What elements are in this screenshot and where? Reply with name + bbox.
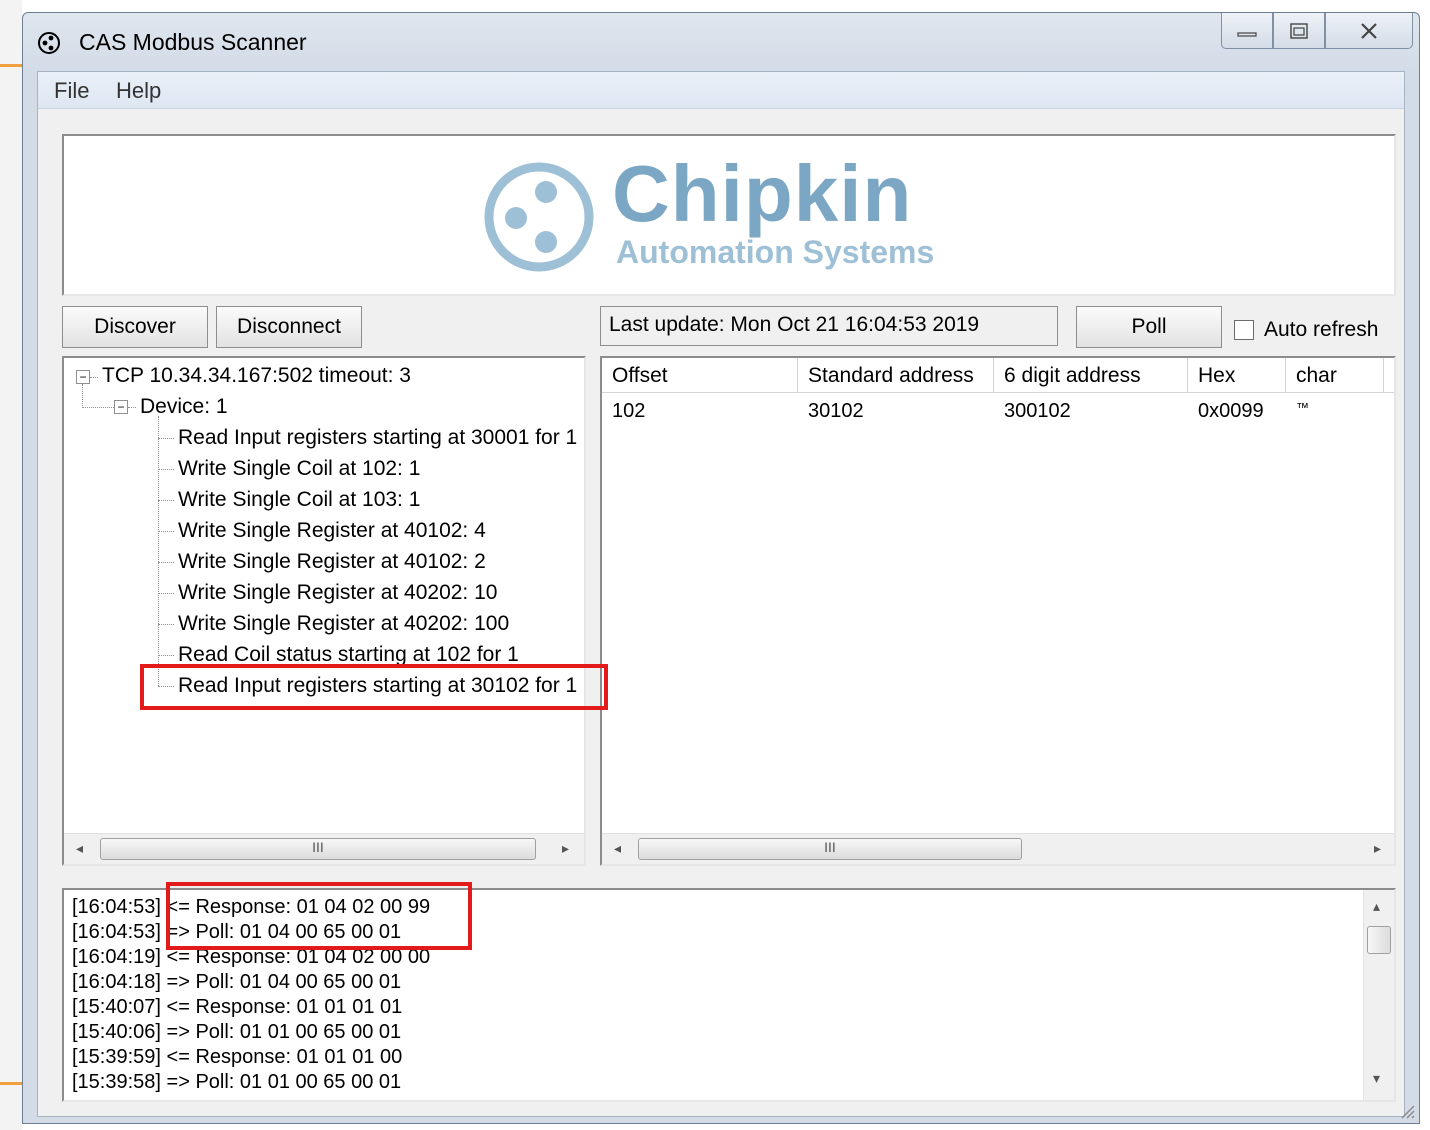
menu-file[interactable]: File xyxy=(54,78,89,104)
scroll-thumb[interactable]: III xyxy=(638,838,1022,860)
log-line: [15:39:59] <= Response: 01 01 01 00 xyxy=(72,1046,403,1068)
scroll-thumb[interactable]: III xyxy=(100,838,536,860)
register-grid[interactable]: Offset Standard address 6 digit address … xyxy=(600,356,1396,866)
close-icon xyxy=(1361,22,1377,39)
auto-refresh-checkbox[interactable] xyxy=(1234,320,1254,340)
chipkin-app-icon xyxy=(38,32,60,54)
column-header-hex[interactable]: Hex xyxy=(1188,358,1286,392)
last-update-field: Last update: Mon Oct 21 16:04:53 2019 xyxy=(600,306,1058,346)
tree-device[interactable]: Device: 1 xyxy=(140,395,228,419)
tree-item[interactable]: Write Single Register at 40202: 100 xyxy=(178,612,509,636)
background-mark xyxy=(0,1082,22,1085)
cell-standard-address: 30102 xyxy=(808,400,864,422)
background-mark xyxy=(0,64,22,67)
tree-connector xyxy=(158,469,174,470)
resize-grip-icon[interactable] xyxy=(1397,1101,1415,1119)
logo-banner: Chipkin Automation Systems xyxy=(62,134,1396,296)
grid-header: Offset Standard address 6 digit address … xyxy=(602,358,1394,393)
menu-help[interactable]: Help xyxy=(116,78,161,104)
tree-connector xyxy=(158,655,174,656)
background-desktop xyxy=(0,0,22,1130)
tree-connector xyxy=(82,384,83,408)
disconnect-button[interactable]: Disconnect xyxy=(216,306,362,348)
scroll-thumb[interactable] xyxy=(1367,926,1391,954)
scroll-right-icon[interactable]: ▸ xyxy=(1374,840,1381,857)
tree-item[interactable]: Write Single Register at 40102: 4 xyxy=(178,519,486,543)
tree-item[interactable]: Write Single Coil at 103: 1 xyxy=(178,488,420,512)
column-header-offset[interactable]: Offset xyxy=(602,358,798,392)
tree-horizontal-scrollbar[interactable]: ◂ III ▸ xyxy=(64,833,584,864)
tree-connector xyxy=(128,407,136,408)
tree-item[interactable]: Write Single Register at 40202: 10 xyxy=(178,581,497,605)
tree-connector xyxy=(90,377,98,378)
tree-item[interactable]: Read Coil status starting at 102 for 1 xyxy=(178,643,519,667)
log-line: [16:04:53] <= Response: 01 04 02 00 99 xyxy=(72,896,431,918)
cell-6-digit-address: 300102 xyxy=(1004,400,1071,422)
auto-refresh-option[interactable]: Auto refresh xyxy=(1234,318,1378,342)
restore-icon xyxy=(1290,22,1308,39)
scroll-up-icon[interactable]: ▴ xyxy=(1373,898,1380,915)
tree-item[interactable]: Write Single Register at 40102: 2 xyxy=(178,550,486,574)
tree-item[interactable]: Read Input registers starting at 30001 f… xyxy=(178,426,577,450)
log-line: [16:04:18] => Poll: 01 04 00 65 00 01 xyxy=(72,971,402,993)
scroll-left-icon[interactable]: ◂ xyxy=(614,840,621,857)
window-title: CAS Modbus Scanner xyxy=(79,29,307,55)
minimize-icon xyxy=(1237,31,1257,37)
logo-name: Chipkin xyxy=(612,149,913,238)
client-area: File Help Chipkin Automation Systems Dis… xyxy=(37,71,1405,1117)
tree-connector xyxy=(158,531,174,532)
scroll-left-icon[interactable]: ◂ xyxy=(76,840,83,857)
close-button[interactable] xyxy=(1325,13,1413,49)
tree-connector xyxy=(82,407,114,408)
column-header-6-digit-address[interactable]: 6 digit address xyxy=(994,358,1188,392)
message-log[interactable]: [16:04:53] <= Response: 01 04 02 00 99 [… xyxy=(62,888,1396,1102)
log-line: [16:04:19] <= Response: 01 04 02 00 00 xyxy=(72,946,431,968)
menu-bar: File Help xyxy=(38,72,1404,109)
maximize-button[interactable] xyxy=(1273,13,1325,49)
poll-button[interactable]: Poll xyxy=(1076,306,1222,348)
title-bar[interactable]: CAS Modbus Scanner xyxy=(23,13,1419,71)
scroll-right-icon[interactable]: ▸ xyxy=(562,840,569,857)
window-controls xyxy=(1221,13,1413,51)
auto-refresh-label: Auto refresh xyxy=(1264,318,1379,341)
tree-item[interactable]: Write Single Coil at 102: 1 xyxy=(178,457,420,481)
log-line: [15:39:58] => Poll: 01 01 00 65 00 01 xyxy=(72,1071,402,1093)
log-line: [15:40:06] => Poll: 01 01 00 65 00 01 xyxy=(72,1021,402,1043)
column-header-standard-address[interactable]: Standard address xyxy=(798,358,994,392)
minimize-button[interactable] xyxy=(1221,13,1273,49)
discover-button[interactable]: Discover xyxy=(62,306,208,348)
tree-root-connection[interactable]: TCP 10.34.34.167:502 timeout: 3 xyxy=(102,364,411,388)
tree-connector xyxy=(158,438,174,439)
log-vertical-scrollbar[interactable]: ▴ ▾ xyxy=(1363,890,1394,1100)
log-line: [16:04:53] => Poll: 01 04 00 65 00 01 xyxy=(72,921,402,943)
column-header-char[interactable]: char xyxy=(1286,358,1384,392)
collapse-icon[interactable]: − xyxy=(114,400,128,414)
request-tree[interactable]: − TCP 10.34.34.167:502 timeout: 3 − Devi… xyxy=(62,356,586,866)
chipkin-logo-icon xyxy=(484,162,594,272)
tree-connector xyxy=(158,416,159,686)
tree-connector xyxy=(158,593,174,594)
tree-connector xyxy=(158,624,174,625)
cell-char: ™ xyxy=(1296,400,1309,415)
cell-offset: 102 xyxy=(612,400,646,422)
tree-connector xyxy=(158,500,174,501)
app-window: CAS Modbus Scanner File Help Chipkin Aut… xyxy=(22,12,1420,1124)
collapse-icon[interactable]: − xyxy=(76,370,90,384)
tree-connector xyxy=(158,686,174,687)
logo-subtitle: Automation Systems xyxy=(616,234,935,270)
cell-hex: 0x0099 xyxy=(1198,400,1264,422)
tree-connector xyxy=(158,562,174,563)
tree-item-selected[interactable]: Read Input registers starting at 30102 f… xyxy=(178,674,577,698)
log-line: [15:40:07] <= Response: 01 01 01 01 xyxy=(72,996,403,1018)
table-row[interactable]: 102 30102 300102 0x0099 ™ xyxy=(602,396,1384,423)
scroll-down-icon[interactable]: ▾ xyxy=(1373,1070,1380,1087)
grid-horizontal-scrollbar[interactable]: ◂ III ▸ xyxy=(602,833,1394,864)
